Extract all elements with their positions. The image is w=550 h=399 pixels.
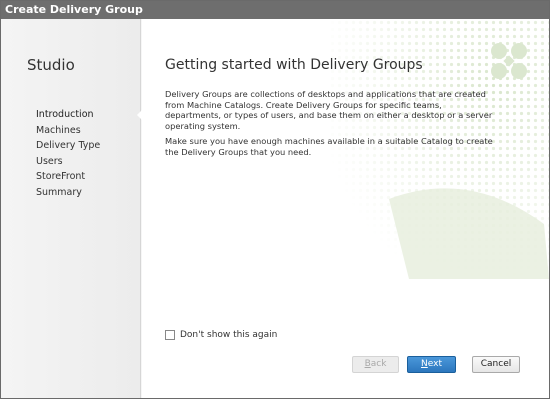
back-button[interactable]: Back — [352, 356, 399, 373]
step-storefront: StoreFront — [36, 171, 86, 182]
wizard-steps: Introduction Machines Delivery Type User… — [36, 107, 100, 200]
next-mnemonic: N — [421, 359, 428, 369]
step-introduction: Introduction — [36, 109, 94, 120]
sidebar-title: Studio — [27, 56, 75, 74]
next-button[interactable]: Next — [407, 356, 456, 373]
wizard-sidebar: Studio Introduction Machines Delivery Ty… — [1, 19, 142, 398]
dont-show-again-option[interactable]: Don't show this again — [165, 330, 277, 340]
cancel-button[interactable]: Cancel — [472, 356, 520, 373]
dont-show-again-checkbox[interactable] — [165, 330, 175, 340]
step-machines: Machines — [36, 124, 81, 136]
page-title: Getting started with Delivery Groups — [165, 57, 423, 73]
step-users: Users — [36, 155, 63, 167]
dont-show-again-label[interactable]: Don't show this again — [180, 330, 277, 340]
wizard-content: Getting started with Delivery Groups Del… — [142, 19, 549, 398]
step-summary: Summary — [36, 186, 82, 198]
machines-note-paragraph: Make sure you have enough machines avail… — [165, 136, 493, 157]
intro-paragraph: Delivery Groups are collections of deskt… — [165, 89, 493, 131]
back-label: ack — [370, 359, 387, 369]
create-delivery-group-window: Create Delivery Group Studio Introductio… — [0, 0, 550, 399]
next-label: ext — [427, 359, 442, 369]
step-delivery-type: Delivery Type — [36, 140, 101, 151]
window-title: Create Delivery Group — [1, 1, 549, 19]
